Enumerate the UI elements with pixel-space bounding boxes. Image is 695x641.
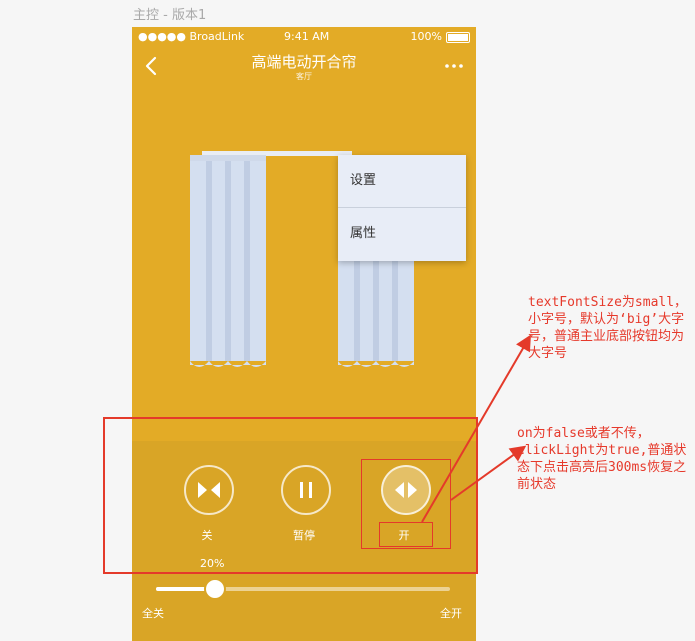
annotation-click-light: on为false或者不传，clickLight为true,普通状态下点击高亮后3… <box>517 426 687 492</box>
status-time: 9:41 AM <box>284 30 330 43</box>
dropdown-menu: 设置 属性 <box>338 155 466 261</box>
annotation-font-size: textFontSize为small，小字号，默认为‘big’大字号，普通主业底… <box>528 295 688 361</box>
slider-thumb[interactable] <box>204 578 226 600</box>
artboard-label: 主控 - 版本1 <box>133 8 207 23</box>
status-bar: ●●●●● BroadLink 9:41 AM 100% <box>132 27 476 47</box>
slider-min-label: 全关 <box>142 607 164 620</box>
page-title: 高端电动开合帘 <box>251 53 357 71</box>
page-subtitle: 客厅 <box>296 72 312 81</box>
carrier-text: ●●●●● BroadLink <box>138 30 245 43</box>
more-icon[interactable] <box>444 59 464 73</box>
menu-item-properties[interactable]: 属性 <box>338 208 466 260</box>
slider-max-label: 全开 <box>440 607 462 620</box>
position-slider[interactable] <box>156 578 450 600</box>
curtain-illustration: 设置 属性 <box>132 87 476 417</box>
nav-bar: 高端电动开合帘 客厅 <box>132 47 476 87</box>
menu-item-settings[interactable]: 设置 <box>338 155 466 207</box>
battery-percent: 100% <box>410 30 442 43</box>
annotation-box-open-label <box>379 522 433 547</box>
battery-icon <box>446 32 470 43</box>
